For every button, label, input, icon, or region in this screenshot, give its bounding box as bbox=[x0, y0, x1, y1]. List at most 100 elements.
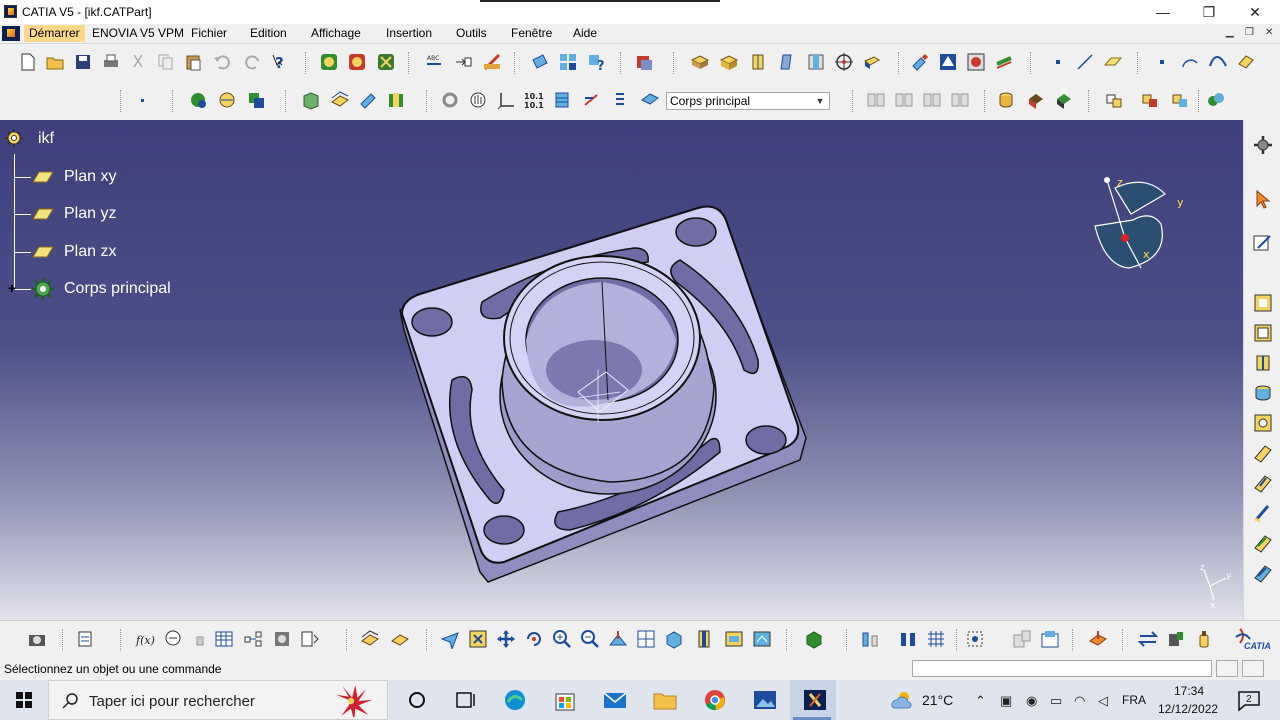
measure-between-icon[interactable] bbox=[860, 629, 880, 649]
shaft-feature-icon[interactable] bbox=[1252, 352, 1274, 374]
measure-icon[interactable] bbox=[482, 52, 502, 72]
menu-demarrer[interactable]: Démarrer bbox=[24, 25, 85, 42]
analysis-icon[interactable] bbox=[1088, 629, 1108, 649]
weather-temperature[interactable]: 21°C bbox=[922, 692, 953, 708]
calc-numeric-icon[interactable]: 10.1 10.1 bbox=[524, 90, 544, 110]
status-window-button-2[interactable] bbox=[1242, 660, 1264, 677]
battery-icon[interactable]: ▭ bbox=[1050, 693, 1062, 709]
rotate-view-icon[interactable] bbox=[524, 629, 544, 649]
equation-icon[interactable] bbox=[272, 629, 292, 649]
chrome-icon[interactable] bbox=[702, 688, 728, 712]
update-part-icon[interactable] bbox=[319, 52, 339, 72]
task-view-icon[interactable] bbox=[452, 688, 478, 712]
grid-snap-icon[interactable] bbox=[926, 629, 946, 649]
photos-icon[interactable] bbox=[752, 688, 778, 712]
sketch-plane-icon[interactable] bbox=[530, 52, 550, 72]
multi-view-icon[interactable] bbox=[636, 629, 656, 649]
spline-icon[interactable] bbox=[1208, 52, 1228, 72]
line-icon[interactable] bbox=[1075, 52, 1095, 72]
comment-icon[interactable] bbox=[163, 629, 183, 649]
open-folder-icon[interactable] bbox=[45, 52, 65, 72]
paste-icon[interactable] bbox=[183, 52, 203, 72]
fit-all-icon[interactable] bbox=[468, 629, 488, 649]
command-input[interactable] bbox=[912, 660, 1212, 677]
hole-icon[interactable] bbox=[806, 52, 826, 72]
update-all-icon[interactable] bbox=[347, 52, 367, 72]
minimize-button[interactable]: — bbox=[1140, 2, 1186, 22]
status-window-button[interactable] bbox=[1216, 660, 1238, 677]
plane-icon[interactable] bbox=[32, 171, 54, 183]
assemble-icon[interactable] bbox=[1104, 90, 1124, 110]
insert-object-icon[interactable] bbox=[1040, 629, 1060, 649]
windows-start-button[interactable] bbox=[0, 680, 48, 720]
relations-icon[interactable] bbox=[243, 629, 263, 649]
weather-icon[interactable] bbox=[888, 688, 914, 712]
table-icon[interactable] bbox=[214, 629, 234, 649]
translate-icon[interactable] bbox=[950, 90, 970, 110]
store-icon[interactable] bbox=[552, 688, 578, 712]
rotate-icon[interactable] bbox=[440, 90, 460, 110]
groove-icon[interactable] bbox=[777, 52, 797, 72]
thick-surface-icon[interactable] bbox=[1054, 90, 1074, 110]
list-icon[interactable] bbox=[610, 90, 630, 110]
shading-icon[interactable] bbox=[694, 629, 714, 649]
fly-mode-icon[interactable] bbox=[440, 629, 460, 649]
part-gear-icon[interactable] bbox=[4, 128, 24, 148]
surface-icon[interactable] bbox=[330, 90, 350, 110]
material-library-icon[interactable] bbox=[390, 629, 410, 649]
rib-feature-icon[interactable] bbox=[1252, 442, 1274, 464]
stack-icon[interactable] bbox=[552, 90, 572, 110]
mdi-restore-icon[interactable]: ❐ bbox=[1245, 27, 1254, 38]
boolean-icon[interactable] bbox=[386, 90, 406, 110]
pattern-icon[interactable] bbox=[866, 90, 886, 110]
copy-icon[interactable] bbox=[155, 52, 175, 72]
dimension-icon[interactable] bbox=[582, 90, 602, 110]
apply-material-icon[interactable] bbox=[360, 629, 380, 649]
pocket-feature-icon[interactable] bbox=[1252, 322, 1274, 344]
3d-part-model[interactable] bbox=[380, 190, 820, 590]
point-sketch-icon[interactable] bbox=[1152, 52, 1172, 72]
add-body-icon[interactable] bbox=[1140, 90, 1160, 110]
insert-body-icon[interactable] bbox=[301, 90, 321, 110]
menu-edition[interactable]: Edition bbox=[248, 26, 289, 40]
cylinder-icon[interactable] bbox=[996, 90, 1016, 110]
swap-space-icon[interactable] bbox=[752, 629, 772, 649]
menu-aide[interactable]: Aide bbox=[571, 26, 599, 40]
wifi-icon[interactable]: ◠ bbox=[1074, 693, 1085, 709]
scale-icon[interactable] bbox=[922, 90, 942, 110]
swap-icon[interactable] bbox=[1138, 629, 1158, 649]
sketch-icon[interactable] bbox=[910, 52, 930, 72]
zoom-in-icon[interactable] bbox=[552, 629, 572, 649]
taskbar-search-box[interactable]: Taper ici pour rechercher bbox=[48, 680, 388, 720]
tree-root-label[interactable]: ikf bbox=[38, 130, 54, 148]
sketcher-icon[interactable] bbox=[1252, 232, 1274, 254]
clock-time[interactable]: 17:34 bbox=[1174, 684, 1204, 698]
tree-item-plan-yz[interactable]: Plan yz bbox=[64, 205, 116, 223]
edge-browser-icon[interactable] bbox=[502, 688, 528, 712]
3d-viewport[interactable]: ikf Plan xy Plan yz Plan zx + Corps prin… bbox=[0, 120, 1243, 620]
maximize-button[interactable]: ❐ bbox=[1186, 2, 1232, 22]
hand-icon[interactable] bbox=[468, 90, 488, 110]
knowledge-help-icon[interactable]: ? bbox=[587, 52, 607, 72]
fillet-icon[interactable] bbox=[862, 52, 882, 72]
select-arrow-icon[interactable] bbox=[1252, 188, 1274, 210]
remove-loft-feature-icon[interactable] bbox=[1252, 562, 1274, 584]
close-button[interactable]: ✕ bbox=[1232, 2, 1278, 22]
cortana-icon[interactable] bbox=[404, 688, 430, 712]
mdi-minimize-icon[interactable]: ▁ bbox=[1226, 27, 1234, 38]
thickness-icon[interactable] bbox=[358, 90, 378, 110]
arc-icon[interactable] bbox=[1180, 52, 1200, 72]
clock-date[interactable]: 12/12/2022 bbox=[1158, 702, 1218, 716]
menu-affichage[interactable]: Affichage bbox=[309, 26, 363, 40]
slot-feature-icon[interactable] bbox=[1252, 472, 1274, 494]
notifications-icon[interactable]: 2 bbox=[1236, 688, 1262, 712]
globe-icon[interactable] bbox=[188, 90, 208, 110]
body-selector-dropdown[interactable]: Corps principal ▼ bbox=[666, 92, 830, 110]
mail-icon[interactable] bbox=[602, 688, 628, 712]
tools-icon[interactable] bbox=[1166, 629, 1186, 649]
new-file-icon[interactable] bbox=[18, 52, 38, 72]
file-explorer-icon[interactable] bbox=[652, 688, 678, 712]
menu-outils[interactable]: Outils bbox=[454, 26, 489, 40]
redo-icon[interactable] bbox=[243, 52, 263, 72]
menu-enovia[interactable]: ENOVIA V5 VPM bbox=[90, 26, 186, 40]
